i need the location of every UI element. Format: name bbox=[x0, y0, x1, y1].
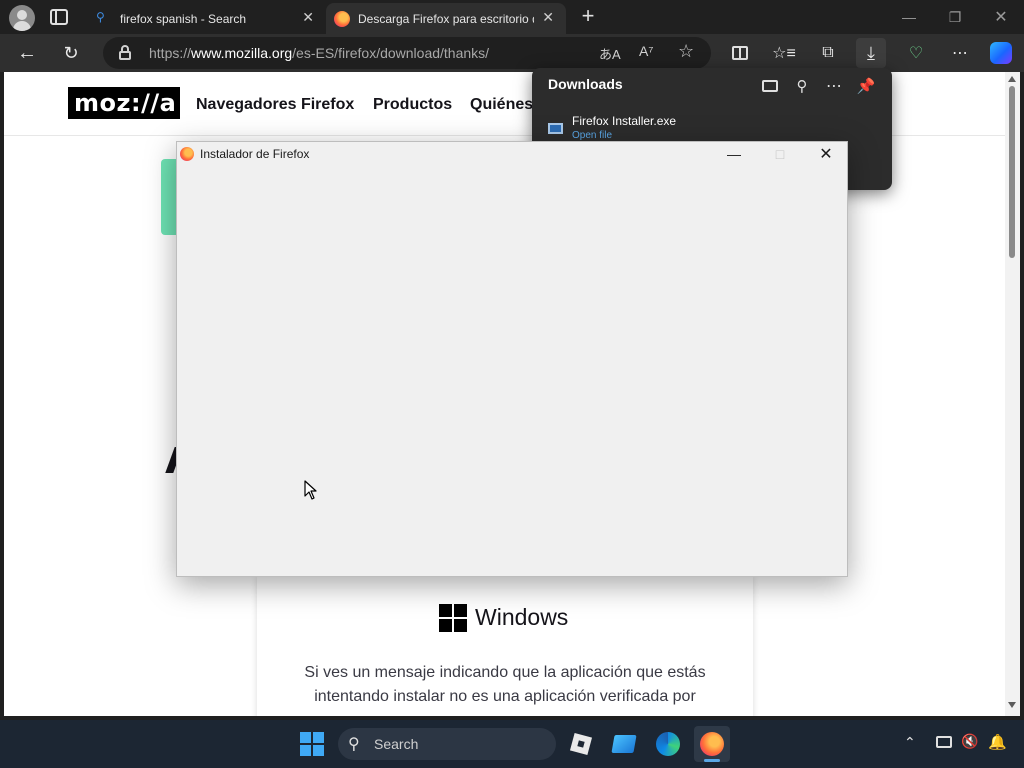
address-bar[interactable]: https://www.mozilla.org/es-ES/firefox/do… bbox=[103, 37, 711, 69]
installer-close-button[interactable]: ✕ bbox=[803, 142, 849, 166]
installer-minimize-button[interactable]: — bbox=[711, 142, 757, 166]
url-text: https://www.mozilla.org/es-ES/firefox/do… bbox=[149, 45, 490, 61]
store-app-icon[interactable] bbox=[606, 726, 642, 762]
profile-avatar-icon[interactable] bbox=[9, 5, 35, 31]
installer-file-icon bbox=[548, 123, 563, 134]
favorites-icon[interactable]: ☆≡ bbox=[769, 38, 799, 68]
browser-tab-bar: ⚲ firefox spanish - Search ✕ Descarga Fi… bbox=[0, 0, 1024, 34]
page-scrollbar[interactable] bbox=[1005, 72, 1020, 716]
search-icon: ⚲ bbox=[348, 736, 360, 753]
favorite-star-icon[interactable]: ☆ bbox=[678, 41, 694, 62]
scrollbar-thumb[interactable] bbox=[1009, 86, 1015, 258]
close-icon[interactable]: ✕ bbox=[302, 9, 314, 26]
downloads-icon[interactable]: ⤓ bbox=[856, 38, 886, 68]
more-options-icon[interactable]: ⋯ bbox=[821, 74, 847, 98]
nav-link-about[interactable]: Quiénes bbox=[470, 96, 533, 114]
tab-label: Descarga Firefox para escritorio d bbox=[358, 12, 534, 26]
minimize-button[interactable]: — bbox=[886, 0, 932, 34]
scroll-down-arrow[interactable] bbox=[1008, 702, 1016, 708]
more-options-icon[interactable]: ⋯ bbox=[945, 38, 975, 68]
installer-content-area bbox=[177, 166, 847, 576]
roblox-app-icon[interactable] bbox=[563, 726, 599, 762]
search-placeholder: Search bbox=[374, 736, 419, 752]
card-text: Si ves un mensaje indicando que la aplic… bbox=[304, 664, 706, 705]
tab-label: firefox spanish - Search bbox=[120, 12, 247, 26]
edge-app-icon[interactable] bbox=[650, 726, 686, 762]
browser-essentials-icon[interactable]: ♡ bbox=[901, 38, 931, 68]
browser-toolbar: ← ↻ https://www.mozilla.org/es-ES/firefo… bbox=[0, 34, 1024, 72]
windows-instructions-card: Windows Si ves un mensaje indicando que … bbox=[257, 577, 753, 716]
windows-logo-icon bbox=[439, 604, 467, 632]
installer-title: Instalador de Firefox bbox=[200, 147, 310, 161]
open-folder-icon[interactable] bbox=[757, 74, 783, 98]
nav-link-browsers[interactable]: Navegadores Firefox bbox=[196, 96, 354, 114]
open-file-link[interactable]: Open file bbox=[572, 130, 612, 141]
firefox-icon bbox=[180, 147, 194, 161]
search-icon: ⚲ bbox=[96, 10, 105, 24]
new-tab-button[interactable]: + bbox=[576, 5, 600, 29]
split-screen-icon[interactable] bbox=[725, 38, 755, 68]
search-icon[interactable]: ⚲ bbox=[789, 74, 815, 98]
close-icon[interactable]: ✕ bbox=[542, 9, 554, 26]
close-window-button[interactable]: ✕ bbox=[978, 0, 1024, 34]
card-title: Windows bbox=[475, 604, 569, 630]
taskbar-search[interactable]: ⚲ Search bbox=[338, 728, 556, 760]
firefox-icon bbox=[334, 11, 350, 27]
restore-button[interactable]: ❐ bbox=[932, 0, 978, 34]
active-app-indicator bbox=[704, 759, 720, 762]
tab-actions-icon[interactable] bbox=[50, 9, 68, 25]
installer-maximize-button: □ bbox=[775, 146, 785, 162]
pin-icon[interactable]: 📌 bbox=[853, 74, 879, 98]
nav-link-products[interactable]: Productos bbox=[373, 96, 452, 114]
read-aloud-icon[interactable]: A⁷ bbox=[639, 43, 653, 59]
downloads-title: Downloads bbox=[548, 76, 623, 92]
scroll-up-arrow[interactable] bbox=[1008, 76, 1016, 82]
installer-titlebar[interactable]: Instalador de Firefox — □ ✕ bbox=[177, 142, 847, 166]
notifications-bell-icon[interactable]: 🔔 bbox=[988, 733, 1007, 751]
show-hidden-icons-chevron-icon[interactable]: ⌃ bbox=[904, 734, 916, 751]
translate-icon[interactable]: あA bbox=[599, 44, 621, 63]
mouse-cursor-icon bbox=[304, 480, 317, 500]
back-button[interactable]: ← bbox=[12, 38, 42, 68]
refresh-button[interactable]: ↻ bbox=[56, 38, 86, 68]
copilot-icon[interactable] bbox=[986, 38, 1016, 68]
start-button[interactable] bbox=[294, 726, 330, 762]
network-icon[interactable] bbox=[936, 736, 952, 748]
collections-icon[interactable]: ⧉ bbox=[813, 38, 843, 68]
firefox-installer-window: Instalador de Firefox — □ ✕ bbox=[176, 141, 848, 577]
firefox-app-icon[interactable] bbox=[694, 726, 730, 762]
download-filename: Firefox Installer.exe bbox=[572, 114, 677, 128]
tab-firefox-download[interactable]: Descarga Firefox para escritorio d ✕ bbox=[326, 3, 566, 34]
volume-muted-icon[interactable]: 🔇 bbox=[961, 733, 978, 750]
windows-taskbar: ⚲ Search ⌃ 🔇 🔔 bbox=[0, 720, 1024, 768]
mozilla-logo[interactable]: moz://a bbox=[68, 87, 180, 119]
tab-search[interactable]: ⚲ firefox spanish - Search ✕ bbox=[86, 3, 326, 34]
lock-icon[interactable] bbox=[119, 45, 131, 60]
